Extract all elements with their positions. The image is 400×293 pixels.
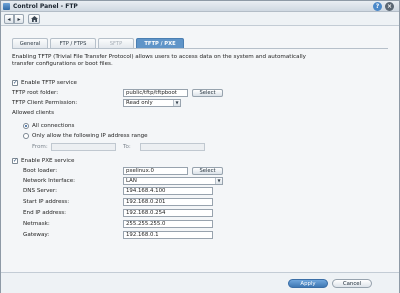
tftp-root-folder-label: TFTP root folder: <box>12 90 59 96</box>
tab-divider <box>12 48 388 49</box>
tftp-pxe-panel: Enabling TFTP (Trivial File Transfer Pro… <box>12 52 388 272</box>
end-ip-label: End IP address: <box>23 210 67 216</box>
allowed-clients-label: Allowed clients <box>12 110 54 116</box>
content-area: General FTP / FTPS SFTP TFTP / PXE Enabl… <box>4 28 396 272</box>
netmask-label: Netmask: <box>23 221 50 227</box>
home-icon <box>30 16 38 22</box>
tftp-description: Enabling TFTP (Trivial File Transfer Pro… <box>12 54 306 68</box>
ip-range-radio[interactable] <box>23 133 29 139</box>
gateway-label: Gateway: <box>23 232 50 238</box>
end-ip-input[interactable]: 192.168.0.254 <box>123 209 213 217</box>
from-ip-input[interactable] <box>51 143 116 151</box>
tftp-root-folder-input[interactable]: public/tftp/tftpboot <box>123 89 188 97</box>
toolbar: ◂ ▸ <box>1 12 399 26</box>
netmask-input[interactable]: 255.255.255.0 <box>123 220 213 228</box>
boot-loader-label: Boot loader: <box>23 168 58 174</box>
footer-bar: Apply Cancel <box>1 272 399 293</box>
title-bar: Control Panel - FTP ? × <box>1 1 399 12</box>
from-label: From: <box>32 144 48 150</box>
app-icon <box>3 3 10 10</box>
dns-server-label: DNS Server: <box>23 188 57 194</box>
dns-server-input[interactable]: 194.168.4.100 <box>123 187 213 195</box>
tab-ftp-ftps[interactable]: FTP / FTPS <box>50 38 96 48</box>
enable-tftp-checkbox[interactable]: ✓ <box>12 80 18 86</box>
all-connections-label: All connections <box>32 123 75 129</box>
tftp-permission-value: Read only <box>126 100 153 106</box>
enable-pxe-label: Enable PXE service <box>21 158 75 164</box>
network-interface-label: Network Interface: <box>23 178 76 184</box>
gateway-input[interactable]: 192.168.0.1 <box>123 231 213 239</box>
window-title: Control Panel - FTP <box>13 3 78 10</box>
network-interface-value: LAN <box>126 178 137 184</box>
control-panel-window: Control Panel - FTP ? × ◂ ▸ General FTP … <box>0 0 400 293</box>
home-button[interactable] <box>28 14 40 24</box>
tab-tftp-pxe[interactable]: TFTP / PXE <box>136 38 184 48</box>
enable-pxe-checkbox[interactable]: ✓ <box>12 158 18 164</box>
arrow-right-icon: ▸ <box>17 15 21 23</box>
ip-range-label: Only allow the following IP address rang… <box>32 133 148 139</box>
tab-general[interactable]: General <box>12 38 48 48</box>
tftp-permission-label: TFTP Client Permission: <box>12 100 78 106</box>
start-ip-label: Start IP address: <box>23 199 70 205</box>
network-interface-select[interactable]: LAN ▼ <box>123 177 223 185</box>
chevron-down-icon: ▼ <box>215 178 222 184</box>
close-icon[interactable]: × <box>385 2 394 11</box>
back-button[interactable]: ◂ <box>4 14 14 24</box>
arrow-left-icon: ◂ <box>7 15 11 23</box>
all-connections-radio[interactable] <box>23 123 29 129</box>
to-label: To: <box>123 144 131 150</box>
tab-sftp[interactable]: SFTP <box>98 38 134 48</box>
apply-button[interactable]: Apply <box>288 279 328 288</box>
boot-loader-select-button[interactable]: Select <box>192 167 223 175</box>
tftp-root-select-button[interactable]: Select <box>192 89 223 97</box>
start-ip-input[interactable]: 192.168.0.201 <box>123 198 213 206</box>
cancel-button[interactable]: Cancel <box>332 279 372 288</box>
help-icon[interactable]: ? <box>373 2 382 11</box>
enable-tftp-label: Enable TFTP service <box>21 80 77 86</box>
boot-loader-input[interactable]: pxelinux.0 <box>123 167 188 175</box>
to-ip-input[interactable] <box>140 143 205 151</box>
forward-button[interactable]: ▸ <box>14 14 24 24</box>
chevron-down-icon: ▼ <box>173 100 180 106</box>
tftp-permission-select[interactable]: Read only ▼ <box>123 99 181 107</box>
